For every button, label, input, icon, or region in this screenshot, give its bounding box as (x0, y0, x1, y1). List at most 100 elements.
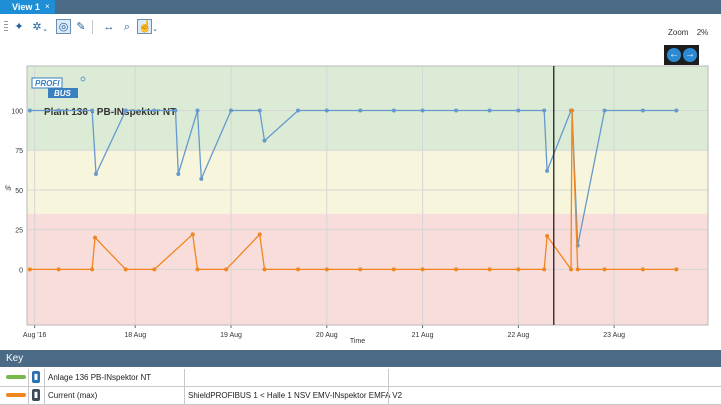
column-divider (44, 387, 45, 404)
x-tick-label: 21 Aug (412, 332, 434, 339)
data-point (602, 267, 607, 272)
data-point (516, 108, 521, 113)
key-row-name: Current (max) (48, 391, 98, 400)
data-point (27, 108, 32, 113)
data-point (123, 267, 128, 272)
x-tick-label: 23 Aug (603, 332, 625, 339)
column-divider (44, 369, 45, 386)
data-point (324, 108, 329, 113)
data-point (391, 267, 396, 272)
x-tick-label: 18 Aug (124, 332, 146, 339)
zoom-readout: Zoom 2% (668, 28, 708, 37)
chart-area: 0 25 50 75 100 Aug '16 18 Aug 19 Aug 20 Aug 21 Au… (0, 40, 721, 345)
y-tick-label: 75 (15, 148, 23, 155)
column-divider (28, 369, 29, 386)
logo-text: PROFI (35, 79, 60, 88)
data-point (640, 108, 645, 113)
data-point (420, 108, 425, 113)
y-tick-label: 25 (15, 228, 23, 235)
data-point (257, 108, 262, 113)
data-point (173, 108, 178, 113)
data-point (56, 267, 61, 272)
y-tick-label: 0 (19, 267, 23, 274)
y-axis-label: % (5, 186, 11, 193)
compass-icon[interactable]: ✦ (12, 20, 26, 34)
data-point (487, 108, 492, 113)
data-point (545, 168, 550, 173)
data-point (569, 267, 574, 272)
series-color-swatch (6, 393, 26, 397)
data-point (229, 108, 234, 113)
data-point (93, 172, 98, 177)
chart-title: Plant 136 - PB-INspektor NT (44, 107, 176, 118)
key-row[interactable]: ▮ Current (max) ShieldPROFIBUS 1 < Halle… (0, 387, 721, 405)
key-row-device: ShieldPROFIBUS 1 < Halle 1 NSV EMV-INspe… (188, 391, 403, 400)
chevron-down-icon[interactable]: ⌄ (152, 23, 158, 37)
y-tick-label: 100 (11, 108, 23, 115)
data-point (358, 108, 363, 113)
data-point (195, 108, 200, 113)
x-tick-label: 19 Aug (220, 332, 242, 339)
trend-chart[interactable]: 0 25 50 75 100 Aug '16 18 Aug 19 Aug 20 Aug 21 Au… (0, 40, 721, 345)
data-point (454, 267, 459, 272)
pen-icon[interactable]: ✎ (74, 20, 88, 34)
data-point (224, 267, 229, 272)
toolbar-grip[interactable] (4, 21, 8, 33)
key-row-name: Anlage 136 PB-INspektor NT (48, 373, 152, 382)
data-point (152, 267, 157, 272)
tab-close-icon[interactable]: × (45, 0, 50, 14)
data-point (195, 267, 200, 272)
fit-width-icon[interactable]: ↔ (102, 20, 116, 34)
toolbar: ✦ ✲ ⌄ ◎ ✎ ↔ ⌕ ☝ ⌄ (0, 14, 721, 40)
data-point (262, 267, 267, 272)
pan-tool-icon[interactable]: ☝ (137, 19, 152, 34)
column-divider (28, 387, 29, 404)
series-color-swatch (6, 375, 26, 379)
data-point (420, 267, 425, 272)
data-point (176, 172, 181, 177)
chevron-down-icon[interactable]: ⌄ (42, 23, 48, 37)
data-point (358, 267, 363, 272)
data-point (152, 108, 157, 113)
data-point (296, 267, 301, 272)
tab-view-1[interactable]: View 1 × (0, 0, 55, 14)
key-row[interactable]: ▮ Anlage 136 PB-INspektor NT (0, 369, 721, 387)
magnifier-icon[interactable]: ⌕ (120, 20, 134, 34)
tab-label: View 1 (12, 2, 40, 12)
data-point (487, 267, 492, 272)
zone-band (27, 150, 708, 214)
data-point (391, 108, 396, 113)
logo-text: BUS (54, 89, 72, 98)
data-point (93, 235, 98, 240)
zoom-label: Zoom (668, 28, 689, 37)
x-tick-label: 22 Aug (507, 332, 529, 339)
data-point (56, 108, 61, 113)
x-axis-label: Time (350, 338, 365, 345)
x-tick-label: 20 Aug (316, 332, 338, 339)
data-point (27, 267, 32, 272)
device-icon: ▮ (32, 371, 40, 383)
data-point (296, 108, 301, 113)
toolbar-divider (92, 20, 93, 34)
column-divider (388, 369, 389, 386)
data-point (674, 267, 679, 272)
data-point (640, 267, 645, 272)
data-point (602, 108, 607, 113)
data-point (569, 108, 574, 113)
column-divider (184, 369, 185, 386)
data-point (199, 176, 204, 181)
zoom-value: 2% (696, 28, 709, 37)
data-point (542, 108, 547, 113)
key-table: ▮ Anlage 136 PB-INspektor NT ▮ Current (… (0, 369, 721, 405)
data-point (545, 234, 550, 239)
data-point (542, 267, 547, 272)
meter-icon: ▮ (32, 389, 40, 401)
view-toggle-icon[interactable]: ◎ (56, 19, 71, 34)
data-point (575, 267, 580, 272)
data-point (674, 108, 679, 113)
x-tick-label: Aug '16 (23, 332, 47, 339)
column-divider (388, 387, 389, 404)
data-point (516, 267, 521, 272)
data-point (257, 232, 262, 237)
data-point (324, 267, 329, 272)
